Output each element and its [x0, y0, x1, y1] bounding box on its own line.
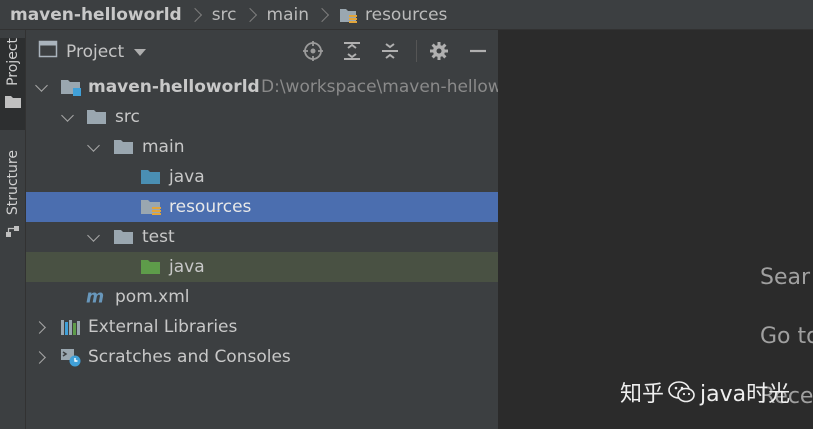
watermark-text-right: java时光: [700, 382, 791, 407]
project-path: D:\workspace\maven-hellow: [261, 77, 499, 97]
expand-arrow-icon[interactable]: [86, 140, 100, 154]
breadcrumb-item-project[interactable]: maven-helloworld: [10, 5, 182, 25]
left-tool-stripe: Project Structure: [0, 30, 26, 429]
svg-text:m: m: [86, 288, 104, 308]
tree-item-label: maven-helloworld: [88, 77, 260, 97]
locate-icon[interactable]: [302, 40, 324, 62]
expand-all-icon[interactable]: [341, 40, 363, 62]
watermark: 知乎 java时光: [620, 376, 790, 408]
header-divider: [416, 40, 417, 62]
project-view-selector[interactable]: Project: [38, 40, 147, 63]
editor-hint-goto: Go to: [760, 324, 813, 349]
tree-item-project-root[interactable]: maven-helloworld D:\workspace\maven-hell…: [26, 72, 499, 102]
chevron-down-icon: [134, 49, 147, 56]
tree-item-label: pom.xml: [115, 287, 190, 307]
chevron-right-icon: [314, 7, 330, 22]
breadcrumb-label: resources: [365, 4, 448, 25]
tree-item-label: java: [169, 167, 205, 187]
tree-item-label: main: [142, 137, 185, 157]
structure-tool-tab[interactable]: Structure: [0, 150, 25, 250]
chevron-right-icon: [187, 7, 202, 22]
folder-icon: [113, 137, 135, 157]
breadcrumb-item-main[interactable]: main: [267, 5, 309, 25]
tree-item-label: resources: [169, 197, 252, 217]
breadcrumb-item-src[interactable]: src: [212, 5, 237, 25]
hide-icon[interactable]: [467, 40, 489, 62]
expand-arrow-icon[interactable]: [60, 110, 74, 124]
tree-item-label: java: [169, 257, 205, 277]
scratches-icon: [60, 347, 82, 367]
tree-item-label: External Libraries: [88, 317, 238, 337]
tree-item-label: test: [142, 227, 175, 247]
tree-item-test[interactable]: test: [26, 222, 498, 252]
tree-item-main-java[interactable]: java: [26, 162, 498, 192]
wechat-logo-icon: [668, 380, 696, 404]
tree-item-test-java[interactable]: java: [26, 252, 498, 282]
structure-tab-label: Structure: [4, 150, 21, 216]
tree-item-resources[interactable]: resources: [26, 192, 498, 222]
tree-item-label: src: [115, 107, 140, 127]
project-panel-title: Project: [66, 41, 125, 62]
folder-icon: [86, 107, 108, 127]
editor-hint-search: Sear: [760, 265, 811, 290]
resources-folder-icon: [140, 197, 162, 217]
gear-icon[interactable]: [428, 40, 450, 62]
project-tool-tab[interactable]: Project: [0, 38, 25, 130]
tree-item-label: Scratches and Consoles: [88, 347, 291, 367]
project-tool-window: Project maven-helloworld D:\workspace\ma…: [26, 30, 499, 429]
structure-icon: [5, 223, 21, 242]
tree-item-external-libraries[interactable]: External Libraries: [26, 312, 498, 342]
editor-area: Sear Go to Rece: [499, 30, 813, 429]
source-folder-icon: [140, 167, 162, 187]
folder-icon: [113, 227, 135, 247]
watermark-text-left: 知乎: [620, 382, 665, 407]
project-tab-label: Project: [4, 38, 21, 86]
folder-icon: [4, 94, 21, 113]
expand-arrow-icon[interactable]: [34, 320, 48, 334]
libraries-icon: [60, 317, 82, 337]
tree-item-scratches[interactable]: Scratches and Consoles: [26, 342, 498, 372]
expand-arrow-icon[interactable]: [86, 230, 100, 244]
resources-folder-icon: [339, 6, 359, 24]
breadcrumb-item-resources[interactable]: resources: [339, 5, 447, 25]
module-folder-icon: [60, 77, 82, 97]
expand-arrow-icon[interactable]: [34, 80, 48, 94]
chevron-right-icon: [242, 7, 257, 22]
test-source-folder-icon: [140, 257, 162, 277]
tree-item-src[interactable]: src: [26, 102, 498, 132]
project-panel-icon: [38, 40, 58, 63]
navigation-breadcrumb: maven-helloworld src main resources: [0, 0, 813, 30]
expand-arrow-icon[interactable]: [34, 350, 48, 364]
tree-item-main[interactable]: main: [26, 132, 498, 162]
project-panel-header: Project: [26, 30, 498, 70]
tree-item-pom[interactable]: m pom.xml: [26, 282, 498, 312]
collapse-all-icon[interactable]: [379, 40, 401, 62]
maven-file-icon: m: [86, 287, 108, 308]
